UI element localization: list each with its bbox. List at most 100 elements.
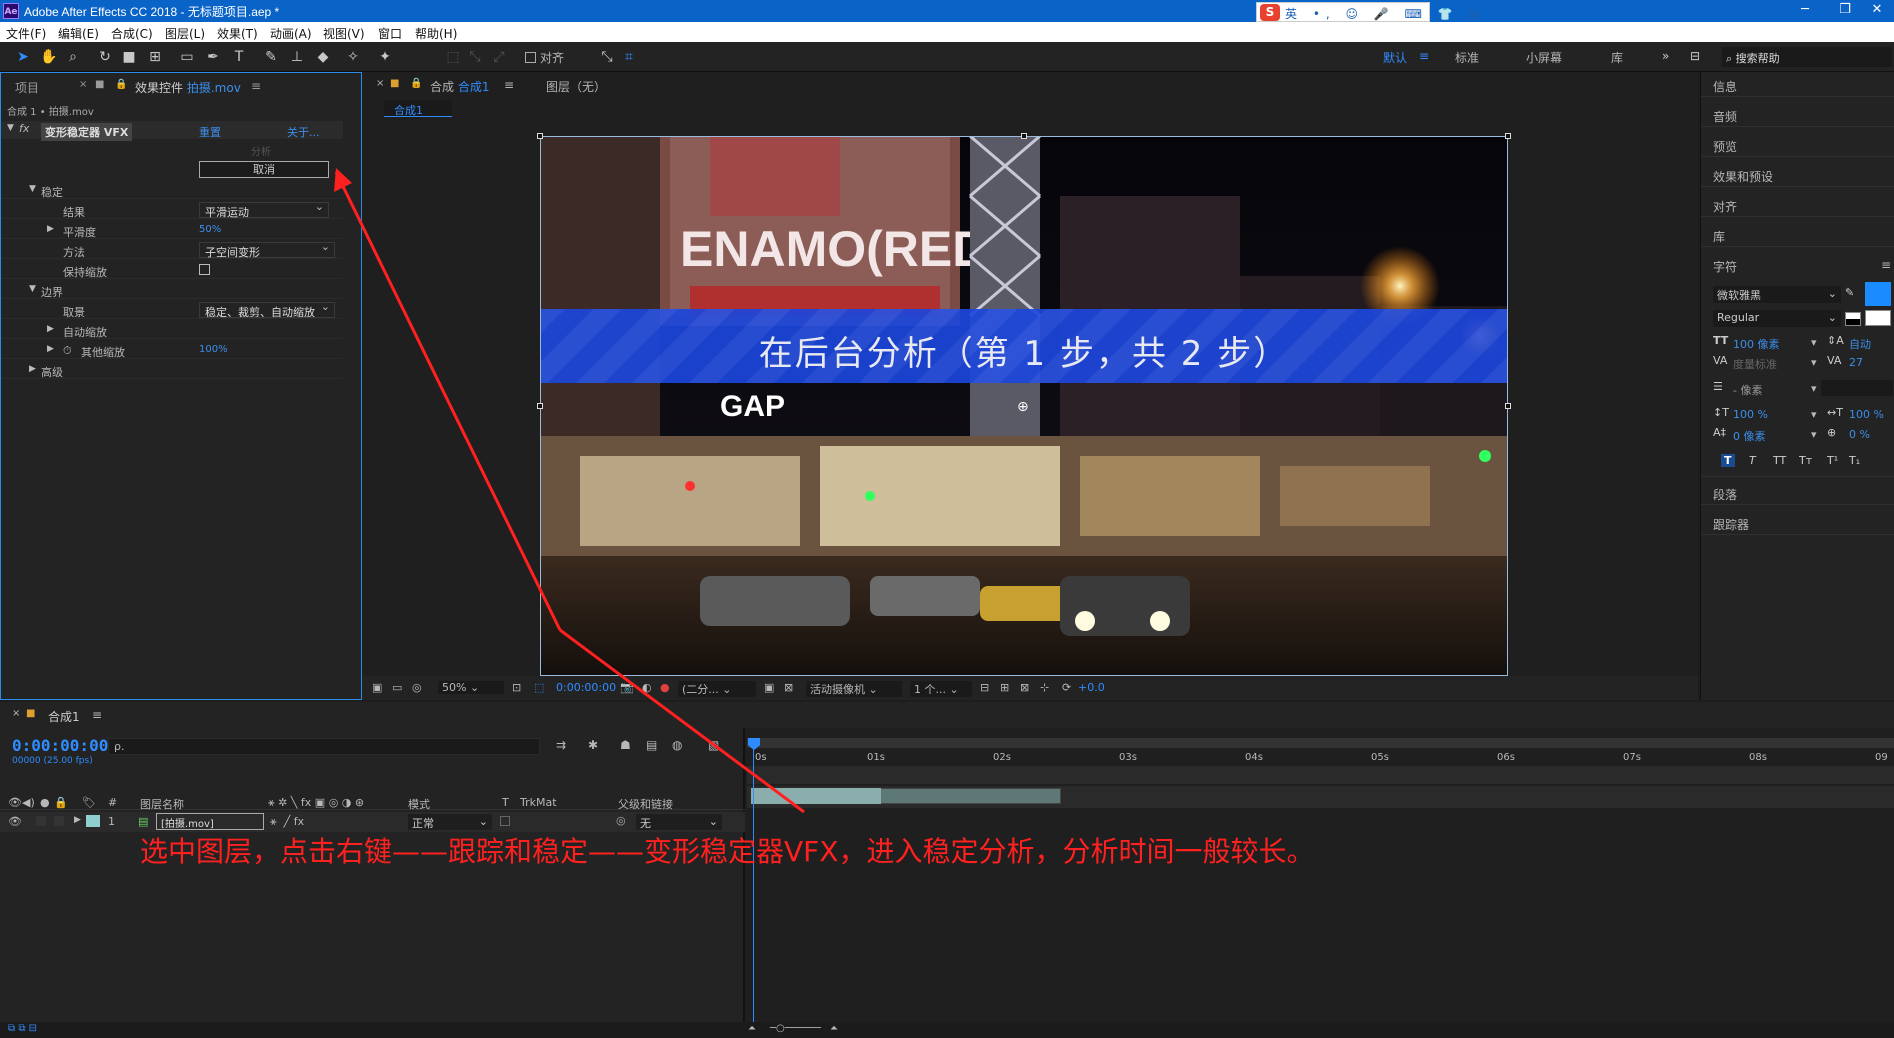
minimize-button[interactable]: ─: [1790, 2, 1820, 17]
panel-libraries[interactable]: 库: [1713, 228, 1725, 245]
axis-local-icon[interactable]: ⬚: [444, 48, 462, 66]
smoothness-value[interactable]: 50%: [199, 224, 221, 235]
chevron-down-icon[interactable]: ▾: [1811, 408, 1817, 421]
faux-italic-button[interactable]: T: [1749, 454, 1756, 467]
preserve-transparency-toggle[interactable]: [500, 816, 510, 826]
prop-framing[interactable]: 取景 稳定、裁剪、自动缩放: [1, 301, 343, 319]
faux-bold-button[interactable]: T: [1721, 454, 1735, 467]
collapse-triangle-icon[interactable]: ▼: [7, 123, 14, 133]
result-dropdown[interactable]: 平滑运动: [199, 200, 329, 219]
snap-features-icon[interactable]: ⌗: [620, 48, 638, 66]
prop-smoothness[interactable]: ▶ 平滑度 50%: [1, 221, 343, 239]
brush-tool-icon[interactable]: ✎: [262, 48, 280, 66]
menu-view[interactable]: 视图(V): [323, 25, 365, 42]
font-size-value[interactable]: 100 像素: [1733, 336, 1780, 352]
panel-tracker[interactable]: 跟踪器: [1713, 516, 1749, 533]
snapping-checkbox[interactable]: [525, 52, 536, 63]
tab-close-icon[interactable]: ×: [12, 708, 20, 719]
search-help-input[interactable]: ⌕ 搜索帮助: [1722, 47, 1892, 67]
label-color-swatch[interactable]: [86, 815, 100, 827]
leading-value[interactable]: 自动: [1849, 336, 1871, 352]
snap-edges-icon[interactable]: ⤡: [598, 48, 616, 66]
chevron-down-icon[interactable]: ▾: [1811, 428, 1817, 441]
solo-toggle[interactable]: [36, 816, 46, 826]
transform-handle[interactable]: [537, 133, 543, 139]
method-dropdown[interactable]: 子空间变形: [199, 240, 335, 259]
toggle-pixel-aspect-icon[interactable]: ⊟: [980, 681, 989, 694]
fit-icon[interactable]: ⊡: [512, 681, 521, 694]
lock-icon[interactable]: 🔒: [115, 79, 127, 90]
tab-effect-controls[interactable]: 效果控件 拍摄.mov: [135, 79, 241, 96]
prop-additional-scale[interactable]: ▶ ⏱ 其他缩放 100%: [1, 341, 343, 359]
panel-effects-presets[interactable]: 效果和预设: [1713, 168, 1773, 185]
prop-borders[interactable]: ▼ 边界: [1, 281, 343, 299]
vertical-scale-value[interactable]: 100 %: [1733, 408, 1768, 421]
about-link[interactable]: 关于...: [287, 124, 320, 140]
fast-previews-icon[interactable]: ⊞: [1000, 681, 1009, 694]
snapshot-camera-icon[interactable]: 📷: [620, 681, 634, 694]
panel-audio[interactable]: 音频: [1713, 108, 1737, 125]
prop-auto-scale[interactable]: ▶ 自动缩放: [1, 321, 343, 339]
panel-info[interactable]: 信息: [1713, 78, 1737, 95]
reset-exposure-icon[interactable]: ⟳: [1062, 681, 1071, 694]
region-icon[interactable]: ▣: [764, 681, 774, 694]
zoom-tool-icon[interactable]: ⌕: [64, 48, 82, 66]
layer-row[interactable]: 👁 ▶ 1 ▤ [拍摄.mov] ⚹ ╱ fx 正常 ⌄ ◎ 无 ⌄: [0, 812, 745, 832]
flowchart-icon[interactable]: ⊹: [1040, 681, 1049, 694]
rotate-tool-icon[interactable]: ↻: [96, 48, 114, 66]
layer-switches[interactable]: ⚹ ╱ fx: [270, 815, 304, 829]
workspace-switcher-icon[interactable]: ⊟: [1690, 49, 1700, 63]
menu-composition[interactable]: 合成(C): [111, 25, 153, 42]
eraser-tool-icon[interactable]: ◆: [314, 48, 332, 66]
panel-menu-icon[interactable]: ≡: [504, 78, 514, 92]
cancel-button[interactable]: 取消: [199, 161, 329, 178]
transform-handle[interactable]: [1505, 403, 1511, 409]
camera-dropdown[interactable]: 活动摄像机 ⌄: [806, 681, 902, 697]
expand-triangle-icon[interactable]: ▶: [29, 364, 36, 374]
horizontal-scale-value[interactable]: 100 %: [1849, 408, 1884, 421]
timeline-tab-name[interactable]: 合成1: [48, 708, 80, 725]
zoom-dropdown[interactable]: 50% ⌄: [438, 681, 504, 694]
type-tool-icon[interactable]: T: [230, 48, 248, 66]
ime-toolbar[interactable]: S 英 •, ☺ 🎤 ⌨ 👕 ▦: [1256, 2, 1480, 22]
pick-whip-icon[interactable]: ◎: [616, 814, 626, 827]
transform-handle[interactable]: [537, 403, 543, 409]
fx-toggle-icon[interactable]: fx: [19, 122, 29, 135]
small-caps-button[interactable]: Tт: [1799, 454, 1812, 467]
prop-advanced[interactable]: ▶ 高级: [1, 361, 343, 379]
hand-tool-icon[interactable]: ✋: [40, 48, 58, 66]
panel-menu-icon[interactable]: ≡: [251, 79, 261, 93]
zoom-out-icon[interactable]: ⏶: [748, 1023, 756, 1034]
rectangle-tool-icon[interactable]: ▭: [178, 48, 196, 66]
preserve-scale-checkbox[interactable]: [199, 264, 210, 275]
workspace-libraries[interactable]: 库: [1611, 49, 1623, 66]
blend-mode-dropdown[interactable]: 正常 ⌄: [408, 814, 492, 830]
effect-header-row[interactable]: ▼ fx 变形稳定器 VFX 重置 关于...: [1, 121, 343, 141]
expand-triangle-icon[interactable]: ▼: [29, 284, 36, 294]
stroke-color-swatch[interactable]: [1865, 310, 1891, 326]
subscript-button[interactable]: T₁: [1849, 454, 1860, 467]
transparency-grid-icon[interactable]: ⊠: [784, 681, 793, 694]
expand-triangle-icon[interactable]: ▶: [74, 815, 81, 825]
timeline-tracks[interactable]: 0s 01s 02s 03s 04s 05s 06s 07s 08s 09: [747, 728, 1894, 1038]
lock-toggle[interactable]: [54, 816, 64, 826]
menu-animation[interactable]: 动画(A): [270, 25, 312, 42]
expand-triangle-icon[interactable]: ▶: [47, 224, 54, 234]
expand-triangle-icon[interactable]: ▶: [47, 344, 54, 354]
expand-triangle-icon[interactable]: ▼: [29, 184, 36, 194]
reset-link[interactable]: 重置: [199, 124, 221, 140]
axis-world-icon[interactable]: ⤡: [466, 48, 484, 66]
menu-edit[interactable]: 编辑(E): [58, 25, 99, 42]
tab-composition[interactable]: 合成 合成1: [430, 78, 489, 95]
stopwatch-icon[interactable]: ⏱: [63, 344, 72, 358]
show-snapshot-icon[interactable]: ◐: [642, 681, 652, 694]
panel-menu-icon[interactable]: ≡: [1881, 258, 1891, 272]
kerning-value[interactable]: 度量标准: [1733, 356, 1777, 372]
prop-stabilize[interactable]: ▼ 稳定: [1, 181, 343, 199]
transform-handle[interactable]: [1505, 133, 1511, 139]
tab-close-icon[interactable]: ×: [376, 78, 384, 89]
workspace-menu-icon[interactable]: ≡: [1419, 49, 1429, 63]
chevron-down-icon[interactable]: ▾: [1811, 336, 1817, 349]
expand-triangle-icon[interactable]: ▶: [47, 324, 54, 334]
anchor-point-icon[interactable]: ⊕: [1017, 399, 1029, 415]
